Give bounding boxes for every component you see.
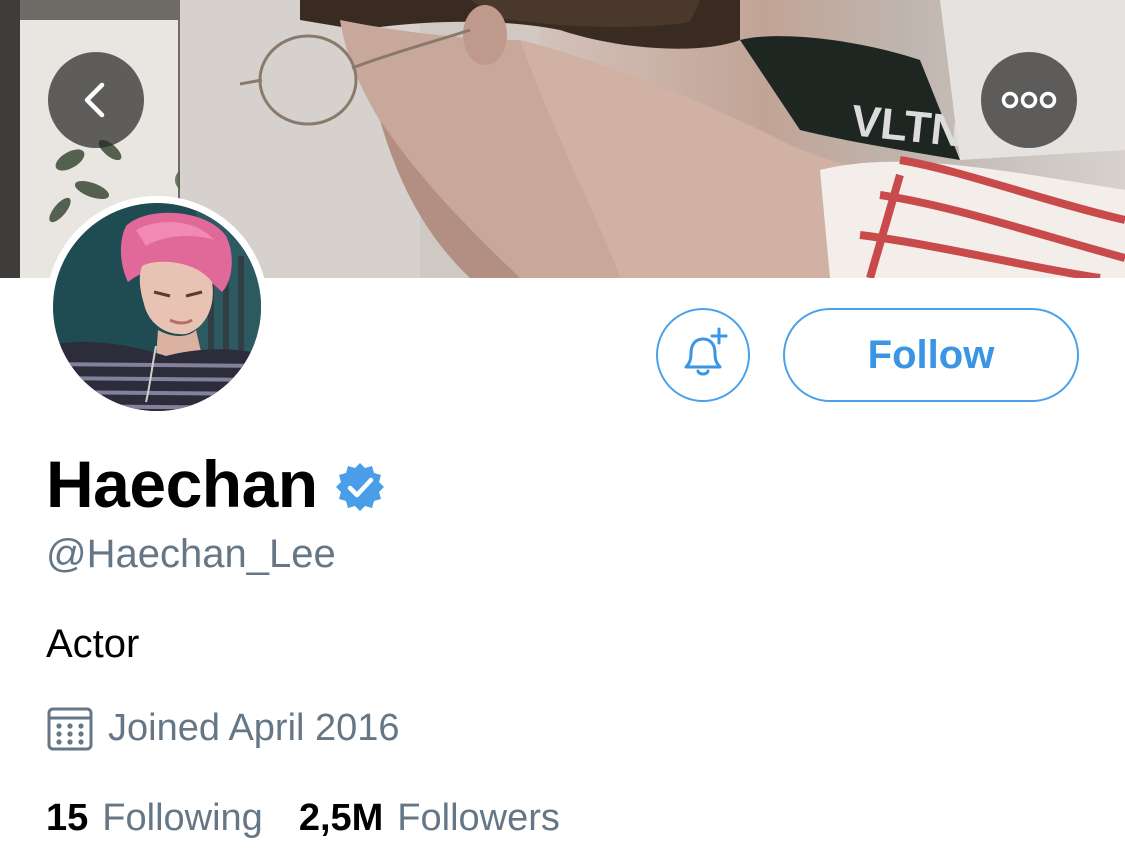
following-label: Following (102, 796, 263, 839)
more-horizontal-icon (1001, 91, 1057, 109)
svg-text:VLTN: VLTN (849, 96, 965, 156)
display-name: Haechan (46, 447, 318, 521)
joined-date: Joined April 2016 (108, 706, 400, 749)
calendar-icon (47, 707, 93, 751)
display-name-row: Haechan (46, 446, 386, 522)
profile-page: VLTN Follow Haechan @Haechan_Lee Actor J… (0, 0, 1125, 864)
back-button[interactable] (48, 52, 144, 148)
notifications-button[interactable] (656, 308, 750, 402)
verified-badge-icon (335, 463, 384, 511)
followers-count: 2,5M (298, 796, 384, 839)
bell-plus-icon (684, 327, 728, 376)
user-handle: @Haechan_Lee (46, 532, 336, 576)
joined-date-row: Joined April 2016 (46, 702, 400, 754)
followers-stat[interactable]: 2,5M Followers (299, 797, 560, 840)
bio-text: Actor (46, 622, 140, 666)
following-stat[interactable]: 15 Following (46, 797, 263, 840)
avatar[interactable] (46, 196, 268, 418)
follow-stats: 15 Following 2,5M Followers (46, 792, 560, 844)
followers-label: Followers (397, 796, 560, 839)
follow-button[interactable]: Follow (783, 308, 1079, 402)
more-options-button[interactable] (981, 52, 1077, 148)
chevron-left-icon (84, 82, 105, 118)
following-count: 15 (46, 796, 89, 839)
